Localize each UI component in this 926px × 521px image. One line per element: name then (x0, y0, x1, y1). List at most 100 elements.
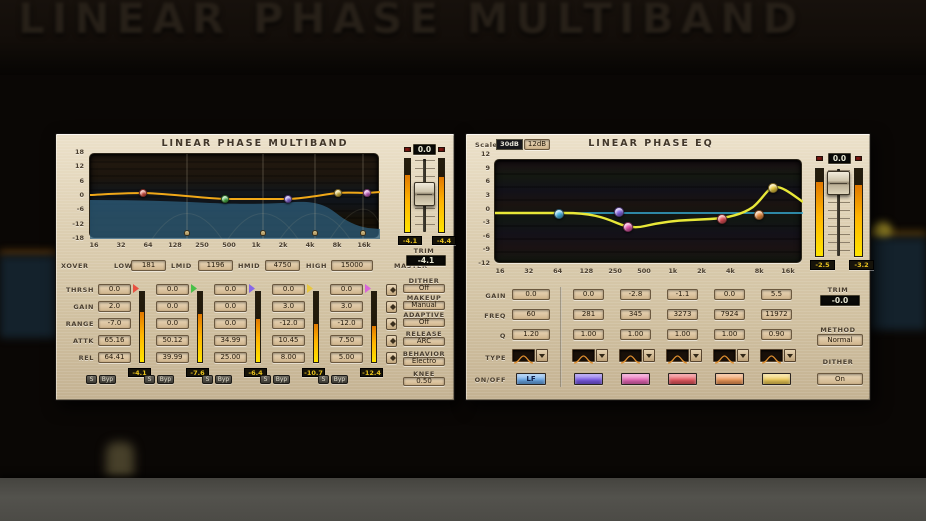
mb-band3-node[interactable] (284, 195, 292, 203)
eq-band3-freq-field[interactable]: 345 (620, 309, 651, 320)
mb-band1-release-field[interactable]: 64.41 (98, 352, 131, 363)
mb-behavior-select[interactable]: Electro (403, 357, 445, 366)
mb-band3-solo-button[interactable]: S (202, 375, 213, 384)
mb-band3-release-field[interactable]: 25.00 (214, 352, 247, 363)
eq-lf-gain-field[interactable]: 0.0 (512, 289, 550, 300)
eq-clip-led-left[interactable] (816, 156, 823, 161)
mb-band4-thresh-field[interactable]: 0.0 (272, 284, 305, 295)
mb-band4-solo-button[interactable]: S (260, 375, 271, 384)
mb-knee-field[interactable]: 0.50 (403, 377, 445, 386)
eq-band5-freq-field[interactable]: 7924 (714, 309, 745, 320)
mb-lmid-freq-field[interactable]: 1196 (198, 260, 233, 271)
eq-band5-onoff-button[interactable] (715, 373, 744, 385)
eq-band4-gain-field[interactable]: -1.1 (667, 289, 698, 300)
mb-xover-handle-lmid[interactable] (260, 230, 266, 236)
mb-band2-solo-button[interactable]: S (144, 375, 155, 384)
eq-band4-type-display[interactable] (666, 349, 689, 362)
eq-master-fader-handle[interactable] (827, 171, 850, 195)
eq-band4-node[interactable] (717, 214, 727, 224)
eq-clip-led-right[interactable] (855, 156, 862, 161)
eq-band5-q-field[interactable]: 1.00 (714, 329, 745, 340)
eq-band2-q-field[interactable]: 1.00 (573, 329, 604, 340)
eq-lf-type-display[interactable] (512, 349, 535, 362)
mb-band4-gain-field[interactable]: 3.0 (272, 301, 305, 312)
mb-release-mode-select[interactable]: ARC (403, 337, 445, 346)
mb-band3-bypass-button[interactable]: Byp (215, 375, 232, 384)
mb-low-freq-field[interactable]: 181 (131, 260, 166, 271)
eq-band6-type-display[interactable] (760, 349, 783, 362)
mb-band5-bypass-button[interactable]: Byp (331, 375, 348, 384)
eq-band6-freq-field[interactable]: 11972 (761, 309, 792, 320)
eq-lf-onoff-button[interactable]: LF (516, 373, 546, 385)
mb-dither-select[interactable]: Off (403, 284, 445, 293)
eq-method-select[interactable]: Normal (817, 334, 863, 346)
eq-band5-type-dropdown-button[interactable] (737, 349, 749, 362)
mb-range-stepper[interactable] (386, 318, 397, 330)
eq-dither-select[interactable]: On (817, 373, 863, 385)
mb-adaptive-select[interactable]: Off (403, 318, 445, 327)
mb-band1-solo-button[interactable]: S (86, 375, 97, 384)
eq-band2-freq-field[interactable]: 281 (573, 309, 604, 320)
mb-band1-node[interactable] (139, 189, 147, 197)
eq-band6-q-field[interactable]: 0.90 (761, 329, 792, 340)
mb-band4-release-field[interactable]: 8.00 (272, 352, 305, 363)
mb-band5-gain-field[interactable]: 3.0 (330, 301, 363, 312)
mb-trim-value[interactable]: -4.1 (406, 255, 446, 266)
mb-band1-gain-field[interactable]: 2.0 (98, 301, 131, 312)
mb-clip-led-left[interactable] (404, 147, 411, 152)
mb-xover-handle-low[interactable] (184, 230, 190, 236)
mb-band5-thresh-field[interactable]: 0.0 (330, 284, 363, 295)
eq-lf-q-field[interactable]: 1.20 (512, 329, 550, 340)
mb-band1-range-field[interactable]: -7.0 (98, 318, 131, 329)
mb-band2-attack-field[interactable]: 50.12 (156, 335, 189, 346)
mb-xover-handle-hmid[interactable] (312, 230, 318, 236)
eq-band3-q-field[interactable]: 1.00 (620, 329, 651, 340)
mb-band5-node[interactable] (363, 189, 371, 197)
mb-band1-attack-field[interactable]: 65.16 (98, 335, 131, 346)
eq-band3-type-display[interactable] (619, 349, 642, 362)
mb-band4-node[interactable] (334, 189, 342, 197)
eq-trim-value[interactable]: -0.0 (820, 295, 860, 306)
eq-band3-node[interactable] (623, 222, 633, 232)
mb-band3-thresh-field[interactable]: 0.0 (214, 284, 247, 295)
eq-band2-gain-field[interactable]: 0.0 (573, 289, 604, 300)
mb-band3-range-field[interactable]: 0.0 (214, 318, 247, 329)
eq-lf-freq-field[interactable]: 60 (512, 309, 550, 320)
mb-band4-attack-field[interactable]: 10.45 (272, 335, 305, 346)
mb-high-freq-field[interactable]: 15000 (331, 260, 373, 271)
eq-band4-freq-field[interactable]: 3273 (667, 309, 698, 320)
eq-band6-gain-field[interactable]: 5.5 (761, 289, 792, 300)
mb-master-fader-handle[interactable] (414, 182, 435, 206)
eq-band6-onoff-button[interactable] (762, 373, 791, 385)
mb-band2-thresh-field[interactable]: 0.0 (156, 284, 189, 295)
mb-band2-release-field[interactable]: 39.99 (156, 352, 189, 363)
mb-band5-attack-field[interactable]: 7.50 (330, 335, 363, 346)
mb-band2-range-field[interactable]: 0.0 (156, 318, 189, 329)
mb-band5-release-field[interactable]: 5.00 (330, 352, 363, 363)
eq-band2-type-dropdown-button[interactable] (596, 349, 608, 362)
eq-band3-onoff-button[interactable] (621, 373, 650, 385)
eq-band3-type-dropdown-button[interactable] (643, 349, 655, 362)
mb-band2-node[interactable] (221, 195, 229, 203)
eq-band4-onoff-button[interactable] (668, 373, 697, 385)
mb-band2-bypass-button[interactable]: Byp (157, 375, 174, 384)
eq-band4-q-field[interactable]: 1.00 (667, 329, 698, 340)
mb-clip-led-right[interactable] (438, 147, 445, 152)
mb-band3-attack-field[interactable]: 34.99 (214, 335, 247, 346)
mb-xover-handle-high[interactable] (360, 230, 366, 236)
eq-lf-type-dropdown-button[interactable] (536, 349, 548, 362)
mb-band5-range-field[interactable]: -12.0 (330, 318, 363, 329)
mb-band2-gain-field[interactable]: 0.0 (156, 301, 189, 312)
eq-band6-type-dropdown-button[interactable] (784, 349, 796, 362)
mb-band4-range-field[interactable]: -12.0 (272, 318, 305, 329)
eq-band4-type-dropdown-button[interactable] (690, 349, 702, 362)
eq-band2-node[interactable] (614, 207, 624, 217)
mb-band1-bypass-button[interactable]: Byp (99, 375, 116, 384)
eq-band5-type-display[interactable] (713, 349, 736, 362)
eq-band5-node[interactable] (754, 210, 764, 220)
eq-lf-node[interactable] (554, 209, 564, 219)
mb-band1-thresh-field[interactable]: 0.0 (98, 284, 131, 295)
eq-band3-gain-field[interactable]: -2.8 (620, 289, 651, 300)
mb-makeup-select[interactable]: Manual (403, 301, 445, 310)
eq-band2-type-display[interactable] (572, 349, 595, 362)
